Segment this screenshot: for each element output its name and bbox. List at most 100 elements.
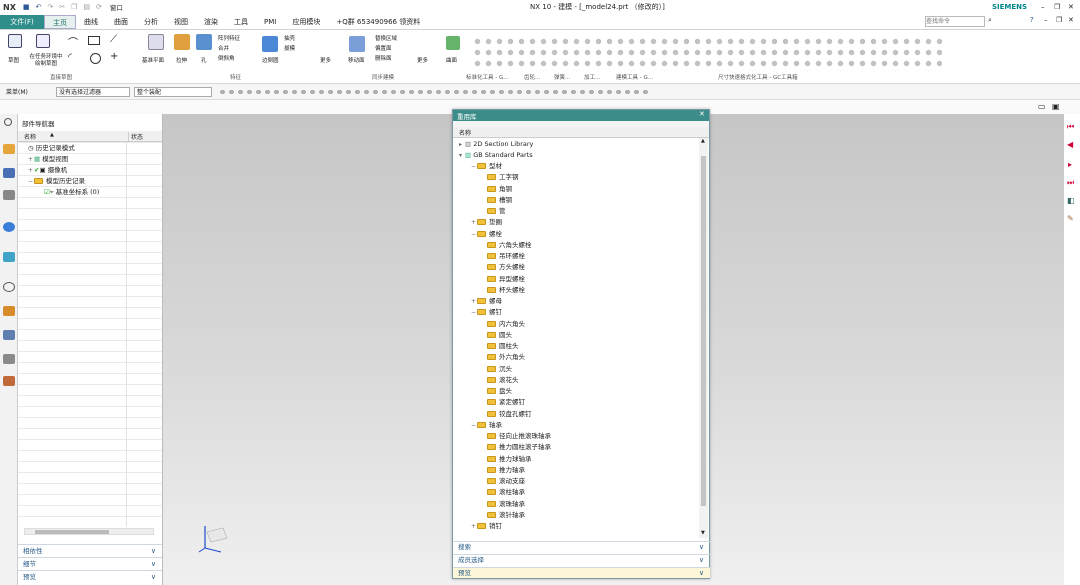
file-menu[interactable]: 文件(F)	[0, 15, 44, 29]
dependencies-section[interactable]: 相依性 ∨	[18, 544, 162, 556]
tree-item-part-folder[interactable]: 吊环螺栓	[487, 251, 525, 262]
tree-item-part-folder[interactable]: − 螺钉	[471, 307, 502, 318]
edge-blend-button[interactable]: 边倒圆	[262, 56, 279, 64]
window-menu[interactable]: 窗口	[110, 2, 123, 12]
last-icon[interactable]: ⏭	[1067, 178, 1074, 188]
settings-icon[interactable]	[4, 118, 12, 126]
tree-item-part-folder[interactable]: 滚动支座	[487, 476, 525, 487]
reuse-column-name[interactable]: 名称	[459, 128, 471, 137]
save-icon[interactable]: ■	[23, 3, 30, 11]
navigator-hscroll[interactable]	[24, 528, 154, 535]
search-section[interactable]: 搜索 ∨	[453, 541, 710, 552]
point-icon[interactable]: +	[110, 51, 118, 62]
more-features-button[interactable]: 更多	[320, 56, 331, 64]
tree-item-part-folder[interactable]: 滚珠轴承	[487, 499, 525, 510]
selection-scope-dropdown[interactable]: 整个装配	[134, 87, 212, 97]
column-status-header[interactable]: 状态	[128, 132, 143, 141]
tree-item-part-folder[interactable]: 方头螺栓	[487, 262, 525, 273]
reuse-vscroll[interactable]: ▲ ▼	[699, 138, 708, 538]
roles-icon[interactable]	[3, 354, 15, 364]
first-icon[interactable]: ⏮	[1067, 122, 1074, 132]
help-icon[interactable]: ?	[1030, 16, 1034, 24]
sketch-icon[interactable]	[8, 34, 22, 48]
surface-icon[interactable]	[446, 36, 460, 50]
customize-icon[interactable]: ✎	[1067, 214, 1074, 223]
tree-item-part-folder[interactable]: 径向止推滚珠轴承	[487, 431, 551, 442]
tree-item-part-folder[interactable]: 推力圆柱滚子轴承	[487, 442, 551, 453]
member-select-section[interactable]: 成员选择 ∨	[453, 554, 710, 565]
panel-toggle-icon[interactable]: ▭	[1038, 102, 1046, 111]
scroll-thumb[interactable]	[701, 156, 706, 506]
tree-item-part-folder[interactable]: 滚花头	[487, 375, 519, 386]
datum-plane-icon[interactable]	[148, 34, 164, 50]
tree-item-part-folder[interactable]: 圆头	[487, 330, 512, 341]
preview-section[interactable]: 预览 ∨	[18, 570, 162, 582]
tree-item-part-folder[interactable]: 工字钢	[487, 172, 519, 183]
part-navigator-icon[interactable]	[3, 190, 15, 200]
sketch-in-task-button[interactable]: 在任务环境中绘制草图	[28, 54, 64, 68]
tree-item-part-folder[interactable]: 杯头螺栓	[487, 285, 525, 296]
close-icon[interactable]: ✕	[1068, 3, 1074, 11]
selection-filter-dropdown[interactable]: 没有选择过滤器	[56, 87, 130, 97]
tree-item-part-folder[interactable]: 圆柱头	[487, 341, 519, 352]
tree-item-part-folder[interactable]: 外六角头	[487, 352, 525, 363]
qq-group-tab[interactable]: +Q群 653490966 领资料	[328, 15, 428, 29]
tab-applications[interactable]: 应用模块	[284, 15, 328, 29]
scroll-thumb[interactable]	[35, 530, 109, 534]
previous-icon[interactable]: ◀	[1067, 140, 1073, 149]
pattern-button[interactable]: 阵列特征	[218, 34, 240, 42]
constraint-navigator-icon[interactable]	[3, 168, 15, 178]
pull-face-button[interactable]: 偏置面	[375, 44, 392, 52]
sketch-in-task-icon[interactable]	[36, 34, 50, 48]
tree-item-datum-csys[interactable]: ☑⌖ 基准坐标系 (0)	[44, 187, 99, 198]
tree-item-part-folder[interactable]: 沉头	[487, 364, 512, 375]
tree-item-part-folder[interactable]: 角钢	[487, 184, 512, 195]
tab-render[interactable]: 渲染	[196, 15, 226, 29]
history-icon[interactable]	[3, 282, 15, 292]
delete-face-button[interactable]: 删除面	[375, 54, 392, 62]
tab-pmi[interactable]: PMI	[256, 15, 284, 29]
repeat-command-icon[interactable]: ⟳	[96, 3, 102, 11]
circle-icon[interactable]	[90, 53, 101, 64]
tree-item-part-folder[interactable]: 管	[487, 206, 506, 217]
tab-surface[interactable]: 曲面	[106, 15, 136, 29]
tree-item-part-folder[interactable]: − 螺栓	[471, 229, 502, 240]
tree-item-part-folder[interactable]: + 销钉	[471, 521, 502, 532]
undo-icon[interactable]: ↶	[36, 3, 42, 11]
combine-button[interactable]: 合并	[218, 44, 229, 52]
shell-button[interactable]: 抽壳	[284, 34, 295, 42]
doc-close-icon[interactable]: ✕	[1068, 16, 1074, 24]
tab-home[interactable]: 主页	[44, 15, 76, 29]
datum-plane-button[interactable]: 基准平面	[142, 56, 164, 64]
rectangle-icon[interactable]	[88, 36, 100, 45]
tree-item-part-folder[interactable]: 推力轴承	[487, 465, 525, 476]
process-studio-icon[interactable]	[3, 330, 15, 340]
panel-close-icon[interactable]: ▣	[1052, 102, 1060, 111]
tab-tools[interactable]: 工具	[226, 15, 256, 29]
scroll-up-icon[interactable]: ▲	[701, 138, 705, 144]
scroll-down-icon[interactable]: ▼	[701, 530, 705, 536]
reuse-library-icon[interactable]	[3, 222, 15, 232]
move-face-icon[interactable]	[349, 36, 365, 52]
tree-item-part-folder[interactable]: 推力球轴承	[487, 454, 532, 465]
sketch-button[interactable]: 草图	[8, 56, 19, 64]
tree-item-history-mode[interactable]: ◷ 历史记录模式	[28, 143, 75, 154]
tree-item-part-folder[interactable]: 滚柱轴承	[487, 487, 525, 498]
line-icon[interactable]: ⟋	[110, 34, 117, 45]
tree-item-part-folder[interactable]: − 型材	[471, 161, 502, 172]
profile-icon[interactable]: ⌒	[68, 34, 78, 49]
tree-item-part-folder[interactable]: 异型螺栓	[487, 274, 525, 285]
tree-item-part-folder[interactable]: + 螺母	[471, 296, 502, 307]
copy-icon[interactable]: ❐	[71, 3, 77, 11]
arc-icon[interactable]: ◜	[68, 52, 72, 63]
web-browser-icon[interactable]	[3, 252, 15, 262]
chamfer-button[interactable]: 倒斜角	[218, 54, 235, 62]
system-materials-icon[interactable]	[3, 306, 15, 316]
tab-curve[interactable]: 曲线	[76, 15, 106, 29]
command-search-input[interactable]	[925, 16, 985, 27]
tree-item-part-folder[interactable]: 铰盘孔螺钉	[487, 409, 532, 420]
tree-item-part-folder[interactable]: 六角头螺栓	[487, 240, 532, 251]
tree-item-part-folder[interactable]: 内六角头	[487, 319, 525, 330]
cut-icon[interactable]: ✂	[59, 3, 65, 11]
next-icon[interactable]: ▸	[1068, 160, 1072, 169]
